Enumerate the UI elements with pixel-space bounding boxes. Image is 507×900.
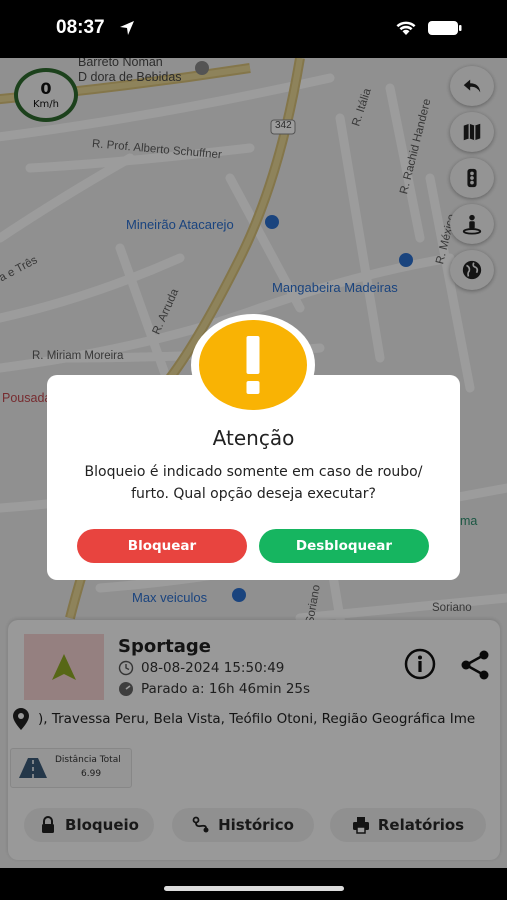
home-indicator[interactable] bbox=[164, 886, 344, 891]
dialog-message: Bloqueio é indicado somente em caso de r… bbox=[84, 464, 423, 502]
dialog-title: Atenção bbox=[212, 426, 295, 450]
status-bar: 08:37 bbox=[0, 0, 507, 58]
exclamation-icon bbox=[246, 336, 260, 394]
block-button[interactable]: Bloquear bbox=[77, 529, 247, 563]
wifi-icon bbox=[396, 21, 416, 35]
alert-badge bbox=[191, 314, 315, 416]
status-time: 08:37 bbox=[56, 17, 105, 38]
unblock-button[interactable]: Desbloquear bbox=[259, 529, 429, 563]
alert-badge-fill bbox=[199, 320, 307, 410]
location-arrow-icon bbox=[120, 21, 134, 35]
bottom-safe-area bbox=[0, 868, 507, 900]
battery-icon bbox=[428, 21, 462, 35]
